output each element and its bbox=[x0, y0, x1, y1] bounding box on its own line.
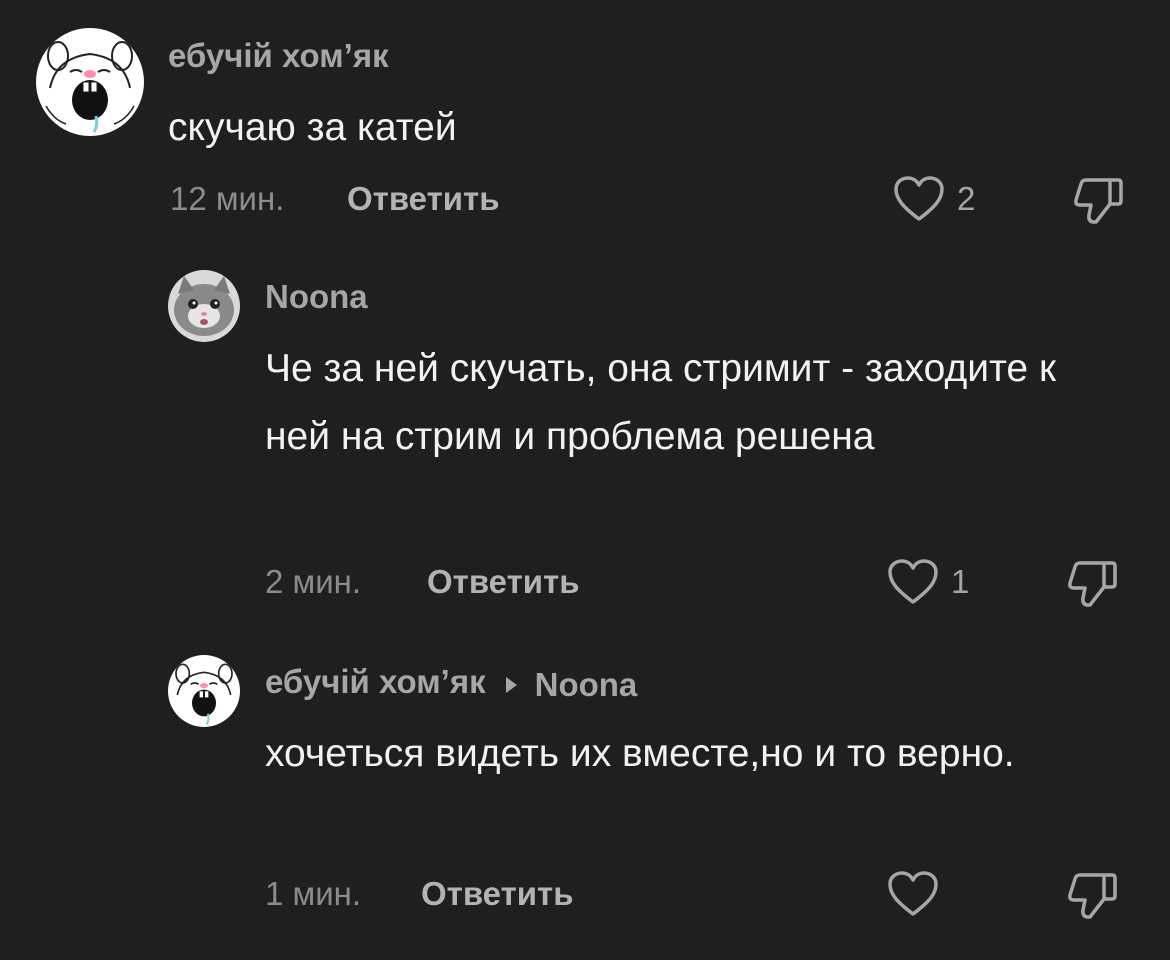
like-button[interactable] bbox=[887, 870, 951, 918]
like-count: 1 bbox=[951, 563, 970, 600]
thumbs-down-icon bbox=[1074, 178, 1123, 224]
like-button[interactable]: 1 bbox=[887, 558, 969, 606]
comment-username[interactable]: ебучій хом’як bbox=[168, 36, 389, 76]
dislike-button[interactable] bbox=[1066, 557, 1118, 614]
dislike-button[interactable] bbox=[1072, 174, 1124, 231]
comment-username[interactable]: Noona bbox=[265, 277, 368, 317]
avatar[interactable] bbox=[168, 270, 240, 342]
comment-text: хочеться видеть их вместе,но и то верно. bbox=[265, 732, 1015, 775]
comment-username[interactable]: ебучій хом’як bbox=[265, 663, 486, 700]
like-button[interactable]: 2 bbox=[893, 175, 975, 223]
reply-button[interactable]: Ответить bbox=[347, 179, 500, 219]
dislike-button[interactable] bbox=[1066, 869, 1118, 926]
comment-timestamp: 2 мин. bbox=[265, 563, 362, 600]
kitten-avatar-icon bbox=[168, 270, 240, 342]
heart-icon bbox=[894, 176, 944, 221]
reply-button[interactable]: Ответить bbox=[421, 874, 574, 914]
hamster-avatar-icon bbox=[36, 28, 144, 136]
avatar[interactable] bbox=[168, 655, 240, 727]
reply-to-username[interactable]: Noona bbox=[535, 665, 638, 705]
comment-timestamp: 1 мин. bbox=[265, 875, 362, 912]
thumbs-down-icon bbox=[1068, 561, 1117, 607]
reply-button[interactable]: Ответить bbox=[427, 562, 580, 602]
hamster-avatar-icon bbox=[168, 655, 240, 727]
thumbs-down-icon bbox=[1068, 873, 1117, 919]
heart-icon bbox=[888, 559, 938, 604]
like-count: 2 bbox=[957, 180, 976, 217]
comment-timestamp: 12 мин. bbox=[170, 180, 285, 217]
reply-arrow-icon bbox=[505, 677, 517, 693]
comment-text: Че за ней скучать, она стримит - заходит… bbox=[265, 347, 1057, 458]
comment-username-row: ебучій хом’як Noona bbox=[265, 662, 637, 705]
avatar[interactable] bbox=[36, 28, 144, 136]
heart-icon bbox=[888, 871, 938, 916]
comment-text: скучаю за катей bbox=[168, 106, 457, 149]
